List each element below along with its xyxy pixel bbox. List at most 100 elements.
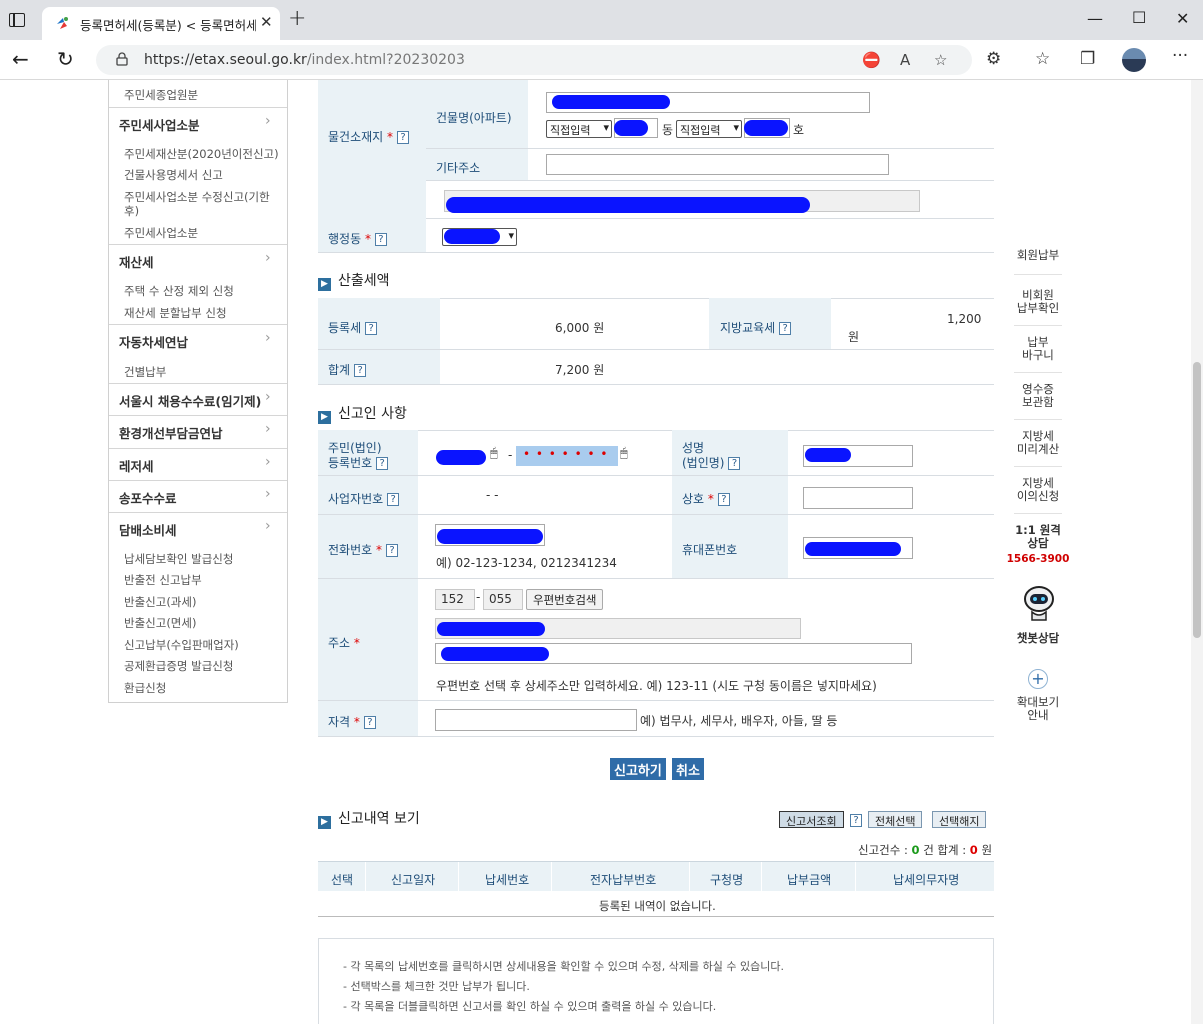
edu-tax-unit: 원 — [848, 330, 860, 344]
profile-avatar[interactable] — [1122, 48, 1146, 72]
tracking-blocked-icon[interactable]: ⛔ — [862, 51, 881, 69]
browser-tab-bar: 등록면허세(등록분) < 등록면허세 ✕ + — ☐ ✕ — [0, 0, 1203, 40]
name-label: 성명 (법인명)? — [682, 441, 741, 471]
sidebar-subitem[interactable]: 납세담보확인 발급신청 — [124, 551, 233, 567]
back-icon[interactable]: ← — [12, 47, 29, 71]
location-header-cell — [318, 80, 426, 218]
sidebar-subitem[interactable]: 재산세 분할납부 신청 — [124, 305, 227, 321]
sidebar-group-tobacco-tax[interactable]: 담배소비세 › — [109, 512, 287, 542]
sidebar-subitem[interactable]: 공제환급증명 발급신청 — [124, 658, 233, 674]
sidebar-subitem[interactable]: 주민세재산분(2020년이전신고) — [124, 146, 279, 162]
sidebar-subitem[interactable]: 반출신고(면세) — [124, 615, 196, 631]
sidebar-subitem[interactable]: 신고납부(수입판매업자) — [124, 637, 239, 653]
mobile-label: 휴대폰번호 — [682, 543, 738, 557]
redaction — [436, 450, 486, 465]
refresh-icon[interactable]: ↻ — [57, 47, 74, 71]
add-favorite-icon[interactable]: ☆ — [934, 51, 947, 69]
chevron-right-icon: › — [265, 454, 271, 470]
cancel-button[interactable]: 취소 — [672, 758, 704, 780]
sidebar-group-hiring-fee[interactable]: 서울시 채용수수료(임기제) › — [109, 383, 287, 413]
edu-tax-value: 1,200 — [947, 312, 982, 326]
extensions-icon[interactable]: ⚙ — [986, 49, 1001, 69]
business-number-label: 사업자번호? — [328, 490, 400, 507]
business-number-dashes: - - — [486, 488, 499, 502]
maximize-icon[interactable]: ☐ — [1132, 8, 1146, 27]
favorites-icon[interactable]: ☆ — [1035, 49, 1050, 69]
chevron-right-icon: › — [265, 330, 271, 346]
chevron-right-icon: › — [265, 250, 271, 266]
address-bar: ← ↻ https://etax.seoul.go.kr/index.html?… — [0, 40, 1203, 80]
close-window-icon[interactable]: ✕ — [1176, 9, 1189, 28]
sidebar-group-environment-charge[interactable]: 환경개선부담금연납 › — [109, 415, 287, 445]
receipt-box-link[interactable]: 영수증 보관함 — [1006, 383, 1070, 409]
url-field[interactable]: https://etax.seoul.go.kr/index.html?2023… — [96, 45, 972, 75]
qualification-label: 자격 *? — [328, 713, 376, 730]
sidebar-subitem[interactable]: 주민세종업원분 — [124, 87, 198, 103]
sidebar-group-property-tax[interactable]: 재산세 › — [109, 244, 287, 274]
minimize-icon[interactable]: — — [1087, 9, 1103, 28]
sidebar-group-fee[interactable]: 송포수수료 › — [109, 480, 287, 510]
ho-select[interactable]: 직접입력 — [676, 120, 742, 138]
zip-search-button[interactable]: 우편번호검색 — [526, 589, 604, 610]
deselect-button[interactable]: 선택해지 — [932, 811, 987, 828]
tax-precalc-link[interactable]: 지방세 미리계산 — [1006, 430, 1070, 456]
help-icon[interactable]: ? — [850, 814, 862, 827]
select-all-button[interactable]: 전체선택 — [868, 811, 923, 828]
sidebar-group-leisure-tax[interactable]: 레저세 › — [109, 448, 287, 478]
zip2-input[interactable]: 055 — [483, 589, 523, 610]
redaction — [805, 542, 901, 556]
dong-select[interactable]: 직접입력 — [546, 120, 612, 138]
chatbot-link[interactable]: 챗봇상담 — [1006, 632, 1070, 645]
sidebar-subitem[interactable]: 환급신청 — [124, 680, 166, 696]
collections-icon[interactable]: ❐ — [1080, 49, 1095, 69]
remote-consult-link[interactable]: 1:1 원격 상담 — [1006, 524, 1070, 550]
tax-objection-link[interactable]: 지방세 이의신청 — [1006, 477, 1070, 503]
sidebar-subitem[interactable]: 주택 수 산정 제외 신청 — [124, 283, 234, 299]
dong-suffix: 동 — [662, 123, 674, 137]
page-scrollbar[interactable] — [1191, 80, 1203, 1024]
nonmember-check-link[interactable]: 비회원 납부확인 — [1006, 289, 1070, 315]
redaction — [437, 529, 543, 544]
trade-name-input[interactable] — [803, 487, 913, 509]
sidebar-group-car-tax[interactable]: 자동차세연납 › — [109, 324, 287, 354]
zoom-guide-link[interactable]: 확대보기 안내 — [1006, 696, 1070, 722]
qualification-hint: 예) 법무사, 세무사, 배우자, 아들, 딸 등 — [640, 714, 838, 728]
note-line: - 선택박스를 체크한 것만 납부가 됩니다. — [343, 980, 530, 993]
sidebar-subitem[interactable]: 주민세사업소분 — [124, 225, 198, 241]
sidebar-subitem-cont[interactable]: 후) — [124, 203, 139, 219]
tab-close-icon[interactable]: ✕ — [260, 13, 273, 31]
zoom-plus-icon[interactable]: + — [1028, 669, 1048, 689]
more-menu-icon[interactable]: ··· — [1172, 46, 1188, 66]
new-tab-icon[interactable]: + — [288, 6, 306, 31]
member-pay-link[interactable]: 회원납부 — [1006, 249, 1070, 262]
submit-button[interactable]: 신고하기 — [610, 758, 666, 780]
scroll-thumb[interactable] — [1193, 362, 1201, 638]
chatbot-icon[interactable] — [1022, 584, 1056, 622]
tab-actions-icon[interactable] — [9, 13, 25, 27]
read-aloud-icon[interactable]: A — [900, 51, 910, 69]
chevron-right-icon: › — [265, 486, 271, 502]
history-section-title: ▶ 신고내역 보기 — [318, 808, 420, 829]
rrn-back-input[interactable]: • • • • • • • — [516, 446, 618, 466]
pay-cart-link[interactable]: 납부 바구니 — [1006, 336, 1070, 362]
chevron-right-icon: › — [265, 389, 271, 405]
sidebar-subitem[interactable]: 건별납부 — [124, 364, 166, 380]
lock-icon — [116, 52, 128, 66]
mouse-icon: 🖱 — [490, 446, 498, 461]
building-label: 건물명(아파트) — [436, 111, 512, 125]
zip1-input[interactable]: 152 — [435, 589, 475, 610]
note-line: - 각 목록을 더블클릭하면 신고서를 확인 하실 수 있으며 출력을 하실 수… — [343, 1000, 717, 1013]
browser-tab[interactable]: 등록면허세(등록분) < 등록면허세 ✕ — [42, 7, 280, 40]
history-table-header: 선택 신고일자 납세번호 전자납부번호 구청명 납부금액 납세의무자명 — [318, 861, 994, 892]
sidebar-subitem[interactable]: 반출전 신고납부 — [124, 572, 202, 588]
sidebar-group-resident-business[interactable]: 주민세사업소분 › — [109, 107, 287, 137]
sidebar-subitem[interactable]: 반출신고(과세) — [124, 594, 196, 610]
qualification-input[interactable] — [435, 709, 637, 731]
redaction — [437, 622, 545, 636]
sidebar-subitem[interactable]: 주민세사업소분 수정신고(기한 — [124, 189, 270, 205]
view-report-button[interactable]: 신고서조회 — [779, 811, 844, 828]
web-page: 주민세종업원분 주민세사업소분 › 주민세재산분(2020년이전신고) 건물사용명… — [0, 80, 1203, 1024]
section-arrow-icon: ▶ — [318, 816, 331, 829]
other-address-input[interactable] — [546, 154, 889, 175]
sidebar-subitem[interactable]: 건물사용명세서 신고 — [124, 167, 223, 183]
